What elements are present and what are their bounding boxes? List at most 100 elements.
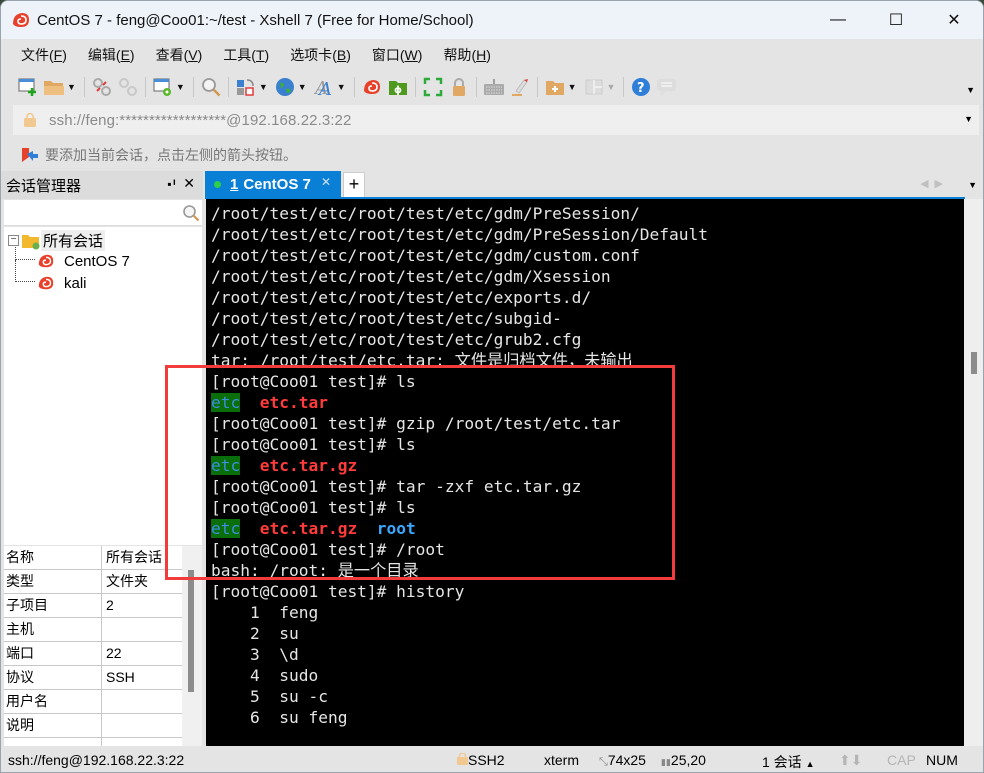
- session-manager-close-icon[interactable]: ✕: [183, 175, 195, 192]
- property-key: 子项目: [4, 594, 102, 617]
- address-input[interactable]: ssh://feng:******************@192.168.22…: [49, 112, 351, 129]
- toolbar-overflow-icon[interactable]: ▼: [966, 85, 975, 95]
- terminal-text: /root/test/etc/root/test/etc/subgid-: [211, 309, 562, 328]
- help-icon[interactable]: ?: [630, 76, 652, 98]
- reconnect-icon[interactable]: [91, 76, 113, 98]
- search-icon[interactable]: [182, 204, 200, 222]
- menu-item-e[interactable]: 编辑(E): [88, 45, 135, 65]
- open-folder-icon[interactable]: [43, 76, 65, 98]
- layout-icon[interactable]: [583, 76, 605, 98]
- terminal-blue-text: root: [376, 519, 416, 538]
- highlight-icon[interactable]: [509, 76, 531, 98]
- menu-accelerator: H: [476, 47, 487, 63]
- tab-scroll-arrows-icon[interactable]: ◀▶: [920, 177, 949, 190]
- properties-scrollbar[interactable]: [182, 546, 202, 746]
- terminal-scrollbar-thumb[interactable]: [971, 352, 977, 374]
- terminal-line: etc etc.tar.gz root: [211, 518, 964, 539]
- disconnect-icon[interactable]: [117, 76, 139, 98]
- terminal-text: 4 sudo: [211, 666, 319, 685]
- xshell-icon[interactable]: [361, 76, 383, 98]
- fullscreen-icon[interactable]: [422, 76, 444, 98]
- keyboard-icon[interactable]: [483, 76, 505, 98]
- terminal-output[interactable]: /root/test/etc/root/test/etc/gdm/PreSess…: [206, 199, 964, 746]
- xftp-icon[interactable]: ϕ: [387, 76, 409, 98]
- properties-icon[interactable]: [152, 76, 174, 98]
- status-term-size: ⤡74x25: [599, 752, 646, 768]
- property-key: 类型: [4, 570, 102, 593]
- terminal-line: /root/test/etc/root/test/etc/gdm/custom.…: [211, 245, 964, 266]
- toolbar-separator: [227, 77, 229, 97]
- terminal-text: 1 feng: [211, 603, 319, 622]
- address-dropdown-icon[interactable]: ▼: [964, 114, 973, 124]
- properties-dropdown-icon[interactable]: ▼: [176, 82, 185, 92]
- font-dropdown-icon[interactable]: ▼: [337, 82, 346, 92]
- lock-icon[interactable]: [448, 76, 470, 98]
- minimize-button[interactable]: —: [809, 1, 867, 39]
- svg-text:?: ?: [637, 81, 645, 96]
- close-button[interactable]: ✕: [925, 1, 983, 39]
- tree-item-centos[interactable]: CentOS 7: [37, 252, 130, 270]
- tab-close-icon[interactable]: ✕: [321, 175, 331, 189]
- toolbar-separator: [475, 77, 477, 97]
- new-tab-button[interactable]: +: [343, 172, 365, 198]
- menu-label: 选项卡: [290, 47, 333, 63]
- session-manager-title: 会话管理器: [6, 177, 82, 195]
- property-row: 端口 22: [4, 642, 182, 666]
- terminal-text: /root/test/etc/root/test/etc/gdm/custom.…: [211, 246, 640, 265]
- terminal-text: [root@Coo01 test]# ls: [211, 435, 416, 454]
- layout-dropdown-icon[interactable]: ▼: [607, 82, 616, 92]
- find-icon[interactable]: [200, 76, 222, 98]
- open-dropdown-icon[interactable]: ▼: [67, 82, 76, 92]
- status-sessions[interactable]: 1 会话 ▲: [762, 752, 815, 772]
- collapse-icon[interactable]: −: [8, 235, 19, 246]
- property-key: 主机: [4, 618, 102, 641]
- menu-item-b[interactable]: 选项卡(B): [290, 45, 351, 65]
- add-session-arrow-icon[interactable]: [21, 147, 39, 163]
- properties-scrollbar-thumb[interactable]: [188, 570, 194, 692]
- new-folder-dropdown-icon[interactable]: ▼: [568, 82, 577, 92]
- property-value: [102, 690, 182, 713]
- svg-text:A: A: [317, 79, 332, 97]
- menu-item-f[interactable]: 文件(F): [21, 45, 67, 65]
- transfer-icon[interactable]: [235, 76, 257, 98]
- new-folder-icon[interactable]: [544, 76, 566, 98]
- window-title: CentOS 7 - feng@Coo01:~/test - Xshell 7 …: [37, 11, 474, 29]
- address-bar[interactable]: ssh://feng:******************@192.168.22…: [13, 105, 979, 135]
- tab-list-dropdown-icon[interactable]: ▼: [968, 180, 977, 190]
- menu-item-v[interactable]: 查看(V): [156, 45, 203, 65]
- new-session-icon[interactable]: [17, 76, 39, 98]
- terminal-text: [root@Coo01 test]# ls: [211, 372, 416, 391]
- globe-icon[interactable]: [274, 76, 296, 98]
- transfer-dropdown-icon[interactable]: ▼: [259, 82, 268, 92]
- globe-dropdown-icon[interactable]: ▼: [298, 82, 307, 92]
- menu-accelerator: B: [336, 47, 347, 63]
- property-row: 用户名: [4, 690, 182, 714]
- terminal-line: /root/test/etc/root/test/etc/gdm/PreSess…: [211, 203, 964, 224]
- font-icon[interactable]: AA: [313, 76, 335, 98]
- terminal-line: tar: /root/test/etc.tar: 文件是归档文件，未输出: [211, 350, 964, 371]
- session-manager-header: 会话管理器 ▪╹ ✕: [1, 171, 203, 199]
- tree-item-all-sessions[interactable]: − 所有会话: [8, 230, 106, 251]
- terminal-line: [root@Coo01 test]# history: [211, 581, 964, 602]
- session-search-input[interactable]: [4, 200, 202, 226]
- property-value: [102, 738, 182, 746]
- status-scroll-arrows-icon[interactable]: ⬆⬇: [839, 752, 862, 769]
- hint-text: 要添加当前会话，点击左侧的箭头按钮。: [45, 147, 297, 163]
- maximize-button[interactable]: ☐: [867, 1, 925, 39]
- tree-item-label: kali: [64, 274, 87, 292]
- terminal-red-text: etc.tar.gz: [259, 519, 358, 538]
- pin-icon[interactable]: ▪╹: [167, 177, 177, 191]
- menu-item-h[interactable]: 帮助(H): [443, 45, 490, 65]
- menu-item-w[interactable]: 窗口(W): [372, 45, 423, 65]
- menu-label: 查看: [155, 47, 184, 63]
- chat-icon[interactable]: [656, 76, 678, 98]
- tab-centos-7[interactable]: 1 CentOS 7 ✕: [205, 171, 341, 198]
- terminal-scrollbar[interactable]: [964, 199, 983, 746]
- menu-item-t[interactable]: 工具(T): [223, 45, 269, 65]
- tree-item-kali[interactable]: kali: [37, 274, 87, 292]
- menu-label: 帮助: [443, 47, 472, 63]
